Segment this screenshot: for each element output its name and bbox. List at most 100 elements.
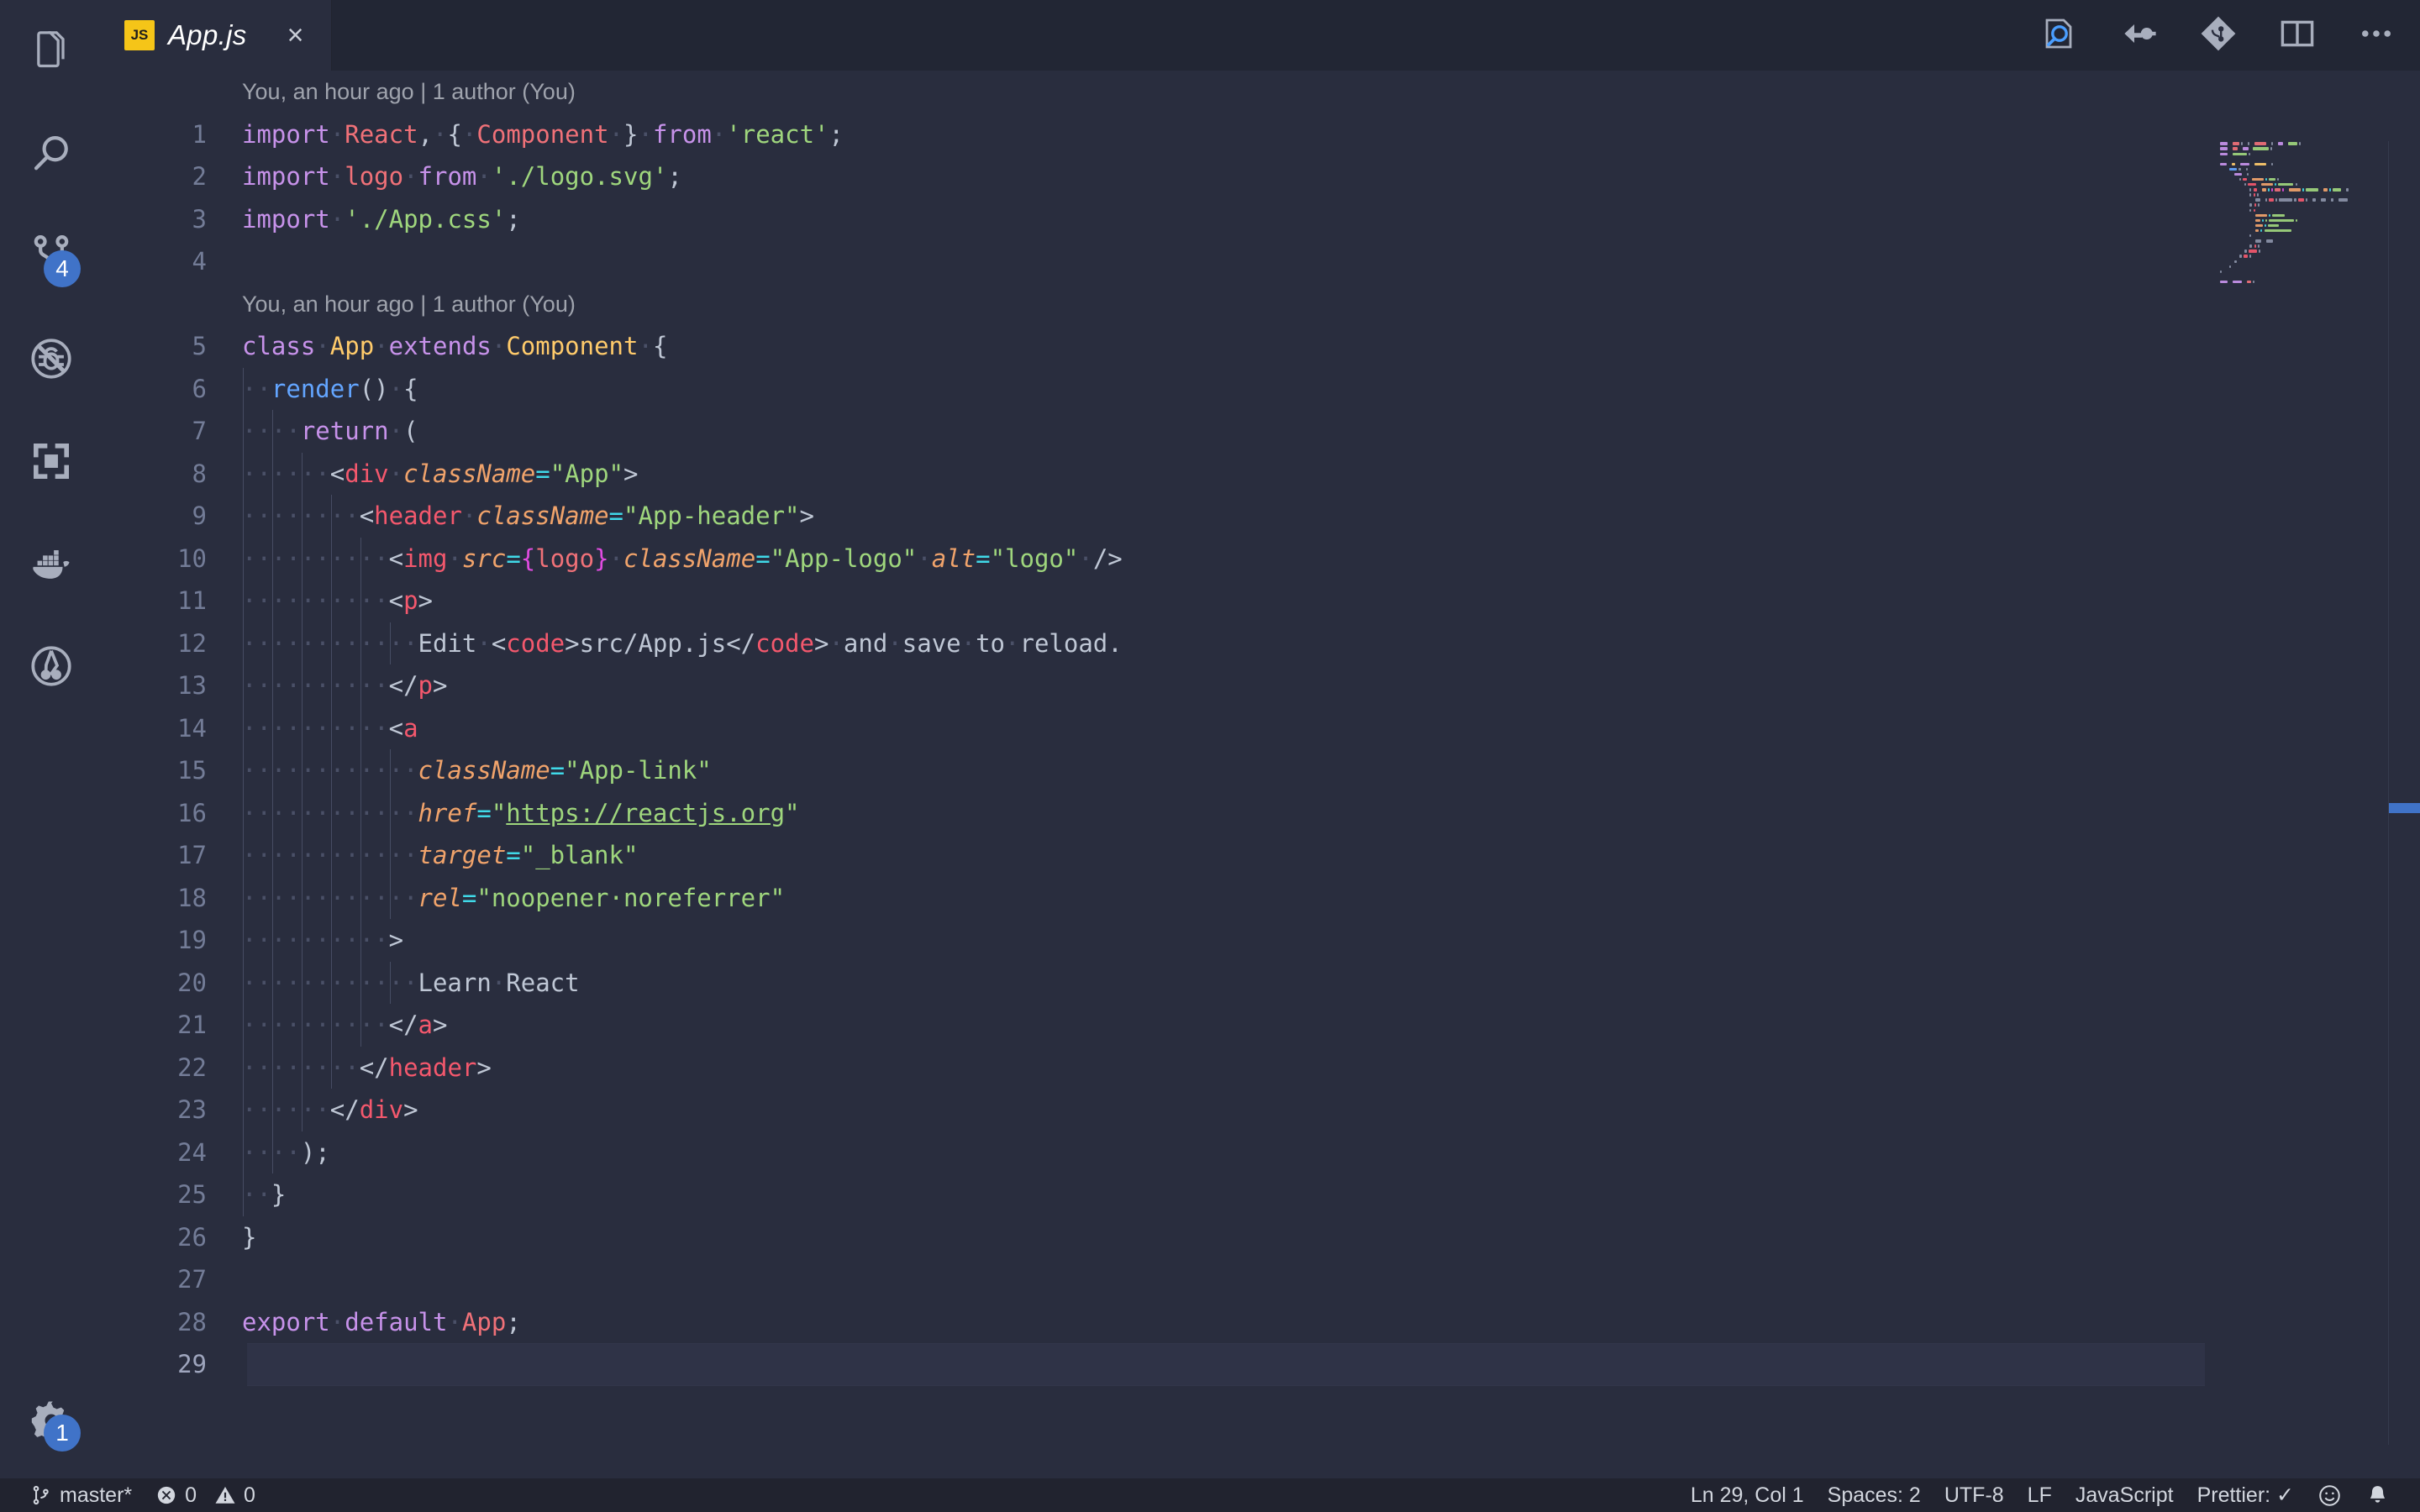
code-line[interactable]: 26} [103,1216,2420,1259]
current-line-highlight [247,1343,2205,1386]
code-line-text: ············Edit·<code>src/App.js</code>… [242,622,1123,665]
code-line[interactable]: 1 import·React,·{·Component·}·from·'react… [103,113,2420,156]
code-line[interactable]: 10 ··········<img·src={logo}·className="A… [103,537,2420,580]
sidebar-item-explorer[interactable] [0,0,103,102]
sidebar-item-source-control[interactable]: 4 [0,205,103,307]
status-notifications-bell[interactable] [2354,1478,2402,1512]
code-line[interactable]: 6 ··render()·{ [103,367,2420,410]
status-feedback-smiley[interactable] [2306,1478,2354,1512]
more-actions-button[interactable] [2353,12,2400,59]
code-line-text: ··········> [242,919,403,962]
overview-ruler[interactable] [2388,141,2420,1445]
code-token-str: "noopener·noreferrer" [476,883,786,912]
code-token-txt: Learn [418,968,492,997]
code-line[interactable]: 29 [103,1343,2420,1386]
code-token-var: App [461,1307,507,1336]
code-line-text: ····return·( [242,410,418,453]
code-line[interactable]: 8 ······<div·className="App"> [103,452,2420,495]
code-line[interactable]: 23 ······</div> [103,1089,2420,1131]
open-preview-button[interactable] [2116,12,2163,59]
code-token-kw: import [242,204,330,234]
status-prettier[interactable]: Prettier: ✓ [2186,1478,2306,1512]
split-editor-icon [2277,13,2317,58]
code-token-punc: </ [329,1095,360,1124]
code-token-punc: </ [388,671,418,700]
sidebar-item-gitlens[interactable] [0,615,103,717]
code-line[interactable]: 4 [103,240,2420,283]
code-line[interactable]: 24 ····); [103,1131,2420,1173]
status-warning-count: 0 [244,1483,255,1507]
status-language-mode-label: JavaScript [2075,1483,2174,1507]
code-token-punc: ); [300,1137,330,1167]
code-line[interactable]: 3 import·'./App.css'; [103,198,2420,241]
code-token-tag: code [506,628,566,658]
code-line[interactable]: 17 ············target="_blank" [103,834,2420,877]
close-icon[interactable]: × [279,18,313,52]
code-token-punc: ; [667,162,682,191]
code-line[interactable]: 20 ············Learn·React [103,961,2420,1004]
status-branch[interactable]: master* [18,1478,144,1512]
sidebar-item-docker[interactable] [0,512,103,615]
git-compare-button[interactable] [2195,12,2242,59]
status-language-mode[interactable]: JavaScript [2064,1478,2186,1512]
manage-settings-button[interactable]: 1 [0,1369,103,1472]
status-cursor-position[interactable]: Ln 29, Col 1 [1679,1478,1816,1512]
source-control-badge: 4 [44,250,81,287]
code-token-kw: import [242,119,330,149]
code-line[interactable]: 2 import·logo·from·'./logo.svg'; [103,155,2420,198]
code-token-ws: ·· [242,1180,271,1209]
code-token-txt: save [902,628,961,658]
code-line[interactable]: 13 ··········</p> [103,664,2420,707]
code-token-ws: · [887,628,902,658]
code-line[interactable]: 25 ··} [103,1173,2420,1216]
code-line[interactable]: 7 ····return·( [103,410,2420,453]
find-in-file-button[interactable] [2037,12,2084,59]
status-eol[interactable]: LF [2016,1478,2064,1512]
sidebar-item-search[interactable] [0,102,103,205]
code-line[interactable]: 21 ··········</a> [103,1004,2420,1047]
code-token-op: = [476,798,492,827]
code-token-link[interactable]: https://reactjs.org [506,799,785,827]
code-token-str: 'react' [726,119,829,149]
code-token-ws: · [329,1307,345,1336]
code-line[interactable]: 18 ············rel="noopener·noreferrer" [103,876,2420,919]
code-line[interactable]: 12 ············Edit·<code>src/App.js</cod… [103,622,2420,665]
code-token-punc: > [565,628,580,658]
code-line[interactable]: 22 ········</header> [103,1046,2420,1089]
sidebar-item-extensions[interactable] [0,410,103,512]
code-line-text: ··········</p> [242,664,447,707]
code-token-op: = [461,883,477,912]
code-line[interactable]: 5 class·App·extends·Component·{ [103,325,2420,368]
code-line[interactable]: 11 ··········<p> [103,580,2420,622]
code-token-txt: reload. [1019,628,1123,658]
code-line[interactable]: 14 ··········<a [103,706,2420,749]
code-token-ws: · [388,459,404,488]
status-indentation[interactable]: Spaces: 2 [1816,1478,1933,1512]
more-actions-icon [2356,13,2396,58]
code-line[interactable]: 16 ············href="https://reactjs.org" [103,791,2420,834]
code-token-ws: · [329,162,345,191]
code-lines-container[interactable]: You, an hour ago | 1 author (You) 1 import… [103,71,2420,1478]
code-token-str: " [491,798,507,827]
sidebar-item-run-debug[interactable] [0,307,103,410]
status-problems[interactable]: 0 0 [144,1478,267,1512]
code-line[interactable]: 28 export·default·App; [103,1301,2420,1344]
code-token-tag: a [403,713,418,743]
code-token-tag: img [403,543,448,573]
javascript-file-icon: JS [124,20,155,50]
code-line[interactable]: 9 ········<header·className="App-header"> [103,495,2420,538]
code-line[interactable]: 19 ··········> [103,919,2420,962]
code-line[interactable]: 15 ············className="App-link" [103,749,2420,792]
code-token-tag: header [374,501,462,530]
code-token-txt: and [843,628,888,658]
code-editor[interactable]: You, an hour ago | 1 author (You) 1 import… [103,71,2420,1478]
code-token-attr: className [418,756,550,785]
editor-tab-app-js[interactable]: JS App.js × [103,0,332,71]
split-editor-button[interactable] [2274,12,2321,59]
code-token-punc: < [359,501,375,530]
code-token-ws: ······ [242,459,330,488]
code-line-text: ············target="_blank" [242,834,638,877]
status-encoding[interactable]: UTF-8 [1933,1478,2016,1512]
code-line[interactable]: 27 [103,1258,2420,1301]
code-token-str: "App-link" [565,756,712,785]
